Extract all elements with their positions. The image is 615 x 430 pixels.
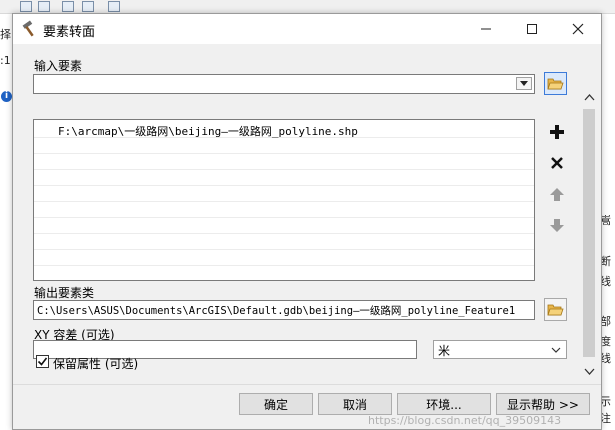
list-row-empty bbox=[34, 170, 534, 186]
preserve-attributes-checkbox[interactable] bbox=[36, 355, 49, 368]
hammer-icon bbox=[22, 20, 34, 37]
unit-select[interactable]: 米 bbox=[433, 340, 567, 359]
background-text: :1 bbox=[0, 54, 11, 67]
open-folder-icon bbox=[547, 78, 564, 90]
plus-icon bbox=[549, 124, 564, 139]
background-tool-icon[interactable] bbox=[62, 1, 74, 12]
ok-button[interactable]: 确定 bbox=[239, 393, 313, 415]
title-bar[interactable]: 要素转面 bbox=[13, 14, 601, 44]
chevron-down-icon bbox=[551, 347, 561, 353]
checkmark-icon bbox=[37, 357, 48, 366]
arrow-up-icon bbox=[549, 187, 564, 201]
show-help-button[interactable]: 显示帮助 >> bbox=[496, 393, 590, 415]
move-down-button[interactable] bbox=[545, 213, 568, 236]
input-features-list[interactable]: F:\arcmap\一级路网\beijing—一级路网_polyline.shp bbox=[33, 119, 535, 281]
info-icon: i bbox=[1, 91, 12, 102]
maximize-button[interactable] bbox=[509, 14, 555, 44]
preserve-attributes-label: 保留属性 (可选) bbox=[53, 357, 139, 371]
background-tool-icon[interactable] bbox=[38, 1, 50, 12]
scrollbar-thumb[interactable] bbox=[583, 109, 595, 357]
dialog-footer: 确定 取消 环境... 显示帮助 >> https://blog.csdn.ne… bbox=[13, 384, 601, 429]
background-tool-icon[interactable] bbox=[20, 1, 32, 12]
list-row-empty bbox=[34, 266, 534, 280]
open-folder-icon bbox=[547, 304, 564, 316]
list-item[interactable]: F:\arcmap\一级路网\beijing—一级路网_polyline.shp bbox=[34, 122, 534, 138]
maximize-icon bbox=[527, 24, 537, 34]
environments-button[interactable]: 环境... bbox=[397, 393, 491, 415]
move-up-button[interactable] bbox=[545, 182, 568, 205]
minimize-button[interactable] bbox=[463, 14, 509, 44]
watermark-text: https://blog.csdn.net/qq_39509143 bbox=[368, 414, 562, 427]
background-text: 择 bbox=[0, 28, 11, 41]
minimize-icon bbox=[481, 28, 491, 30]
chevron-down-icon bbox=[520, 80, 528, 86]
dialog-body: 输入要素 F:\arcmap\一级路网\beijing—一级路网_polylin… bbox=[13, 44, 601, 384]
list-row-empty bbox=[34, 202, 534, 218]
dropdown-button[interactable] bbox=[516, 77, 532, 90]
output-feature-class-input[interactable]: C:\Users\ASUS\Documents\ArcGIS\Default.g… bbox=[33, 300, 535, 320]
x-icon bbox=[550, 156, 563, 169]
close-icon bbox=[572, 23, 584, 35]
browse-input-button[interactable] bbox=[544, 72, 567, 95]
scroll-up-icon[interactable] bbox=[584, 93, 595, 101]
unit-select-value: 米 bbox=[438, 344, 451, 358]
list-row-empty bbox=[34, 250, 534, 266]
background-tool-icon[interactable] bbox=[82, 1, 94, 12]
add-button[interactable] bbox=[545, 120, 568, 143]
list-row-empty bbox=[34, 154, 534, 170]
output-feature-class-label: 输出要素类 bbox=[34, 286, 95, 300]
remove-button[interactable] bbox=[545, 151, 568, 174]
browse-output-button[interactable] bbox=[544, 298, 567, 321]
list-item-path: F:\arcmap\一级路网\beijing—一级路网_polyline.shp bbox=[58, 125, 358, 138]
list-row-empty bbox=[34, 138, 534, 154]
feature-to-polygon-dialog: 要素转面 输入要素 F:\arcmap\一级路网\beijing—一级路网_po… bbox=[12, 13, 602, 430]
input-features-combo[interactable] bbox=[33, 74, 535, 94]
cancel-button[interactable]: 取消 bbox=[318, 393, 392, 415]
list-row-empty bbox=[34, 234, 534, 250]
list-row-empty bbox=[34, 218, 534, 234]
input-features-label: 输入要素 bbox=[34, 59, 83, 73]
background-tool-icon[interactable] bbox=[108, 1, 120, 12]
scroll-down-icon[interactable] bbox=[584, 368, 595, 376]
arrow-down-icon bbox=[549, 218, 564, 232]
dialog-scrollbar[interactable] bbox=[581, 89, 598, 381]
background-toolbar bbox=[0, 0, 615, 14]
list-row-empty bbox=[34, 186, 534, 202]
close-button[interactable] bbox=[555, 14, 601, 44]
dialog-title: 要素转面 bbox=[43, 25, 96, 40]
